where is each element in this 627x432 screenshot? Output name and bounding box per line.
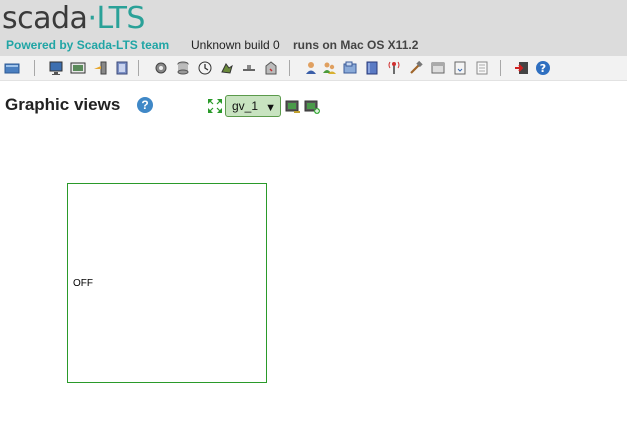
add-view-icon[interactable] bbox=[304, 100, 320, 114]
runs-on-info: runs on Mac OS X11.2 bbox=[293, 38, 419, 52]
watchlist-icon[interactable] bbox=[4, 60, 20, 76]
reports-icon[interactable] bbox=[92, 60, 108, 76]
user-profiles-icon[interactable] bbox=[321, 60, 337, 76]
sql-icon[interactable] bbox=[408, 60, 424, 76]
mailing-lists-icon[interactable] bbox=[342, 60, 358, 76]
system-settings-icon[interactable] bbox=[452, 60, 468, 76]
documents-icon[interactable] bbox=[474, 60, 490, 76]
compound-events-icon[interactable] bbox=[197, 60, 213, 76]
main-toolbar: ? bbox=[0, 56, 627, 81]
data-sources-icon[interactable] bbox=[153, 60, 169, 76]
graphic-view-canvas bbox=[67, 183, 267, 383]
event-handlers-icon[interactable] bbox=[219, 60, 235, 76]
edit-view-icon[interactable] bbox=[285, 100, 301, 114]
build-info: Unknown build 0 bbox=[191, 38, 280, 52]
svg-text:?: ? bbox=[540, 62, 546, 75]
scripting-icon[interactable] bbox=[386, 60, 402, 76]
scada-lts-logo: scada·LTS bbox=[2, 1, 145, 36]
events-icon[interactable] bbox=[70, 60, 86, 76]
import-export-icon[interactable] bbox=[430, 60, 446, 76]
scheduled-events-icon[interactable] bbox=[175, 60, 191, 76]
logout-icon[interactable] bbox=[514, 60, 530, 76]
page-help-icon[interactable]: ? bbox=[137, 97, 153, 113]
binary-point-component[interactable]: OFF bbox=[73, 278, 93, 289]
powered-by-text: Powered by Scada-LTS team bbox=[6, 38, 170, 52]
users-icon[interactable] bbox=[303, 60, 319, 76]
page-title: Graphic views bbox=[5, 95, 121, 114]
chevron-down-icon: ▼ bbox=[265, 102, 276, 114]
help-icon[interactable]: ? bbox=[535, 60, 551, 76]
point-hierarchy-icon[interactable] bbox=[241, 60, 257, 76]
maintenance-events-icon[interactable] bbox=[263, 60, 279, 76]
fullscreen-expand-icon[interactable] bbox=[207, 98, 223, 114]
header-bar: scada·LTS Powered by Scada-LTS team Unkn… bbox=[0, 0, 627, 56]
point-links-icon[interactable] bbox=[114, 60, 130, 76]
graphic-view-select[interactable]: gv_1 ▼ bbox=[225, 95, 281, 117]
publishers-icon[interactable] bbox=[364, 60, 380, 76]
selected-view-value: gv_1 bbox=[232, 99, 259, 113]
graphic-views-icon[interactable] bbox=[48, 60, 64, 76]
